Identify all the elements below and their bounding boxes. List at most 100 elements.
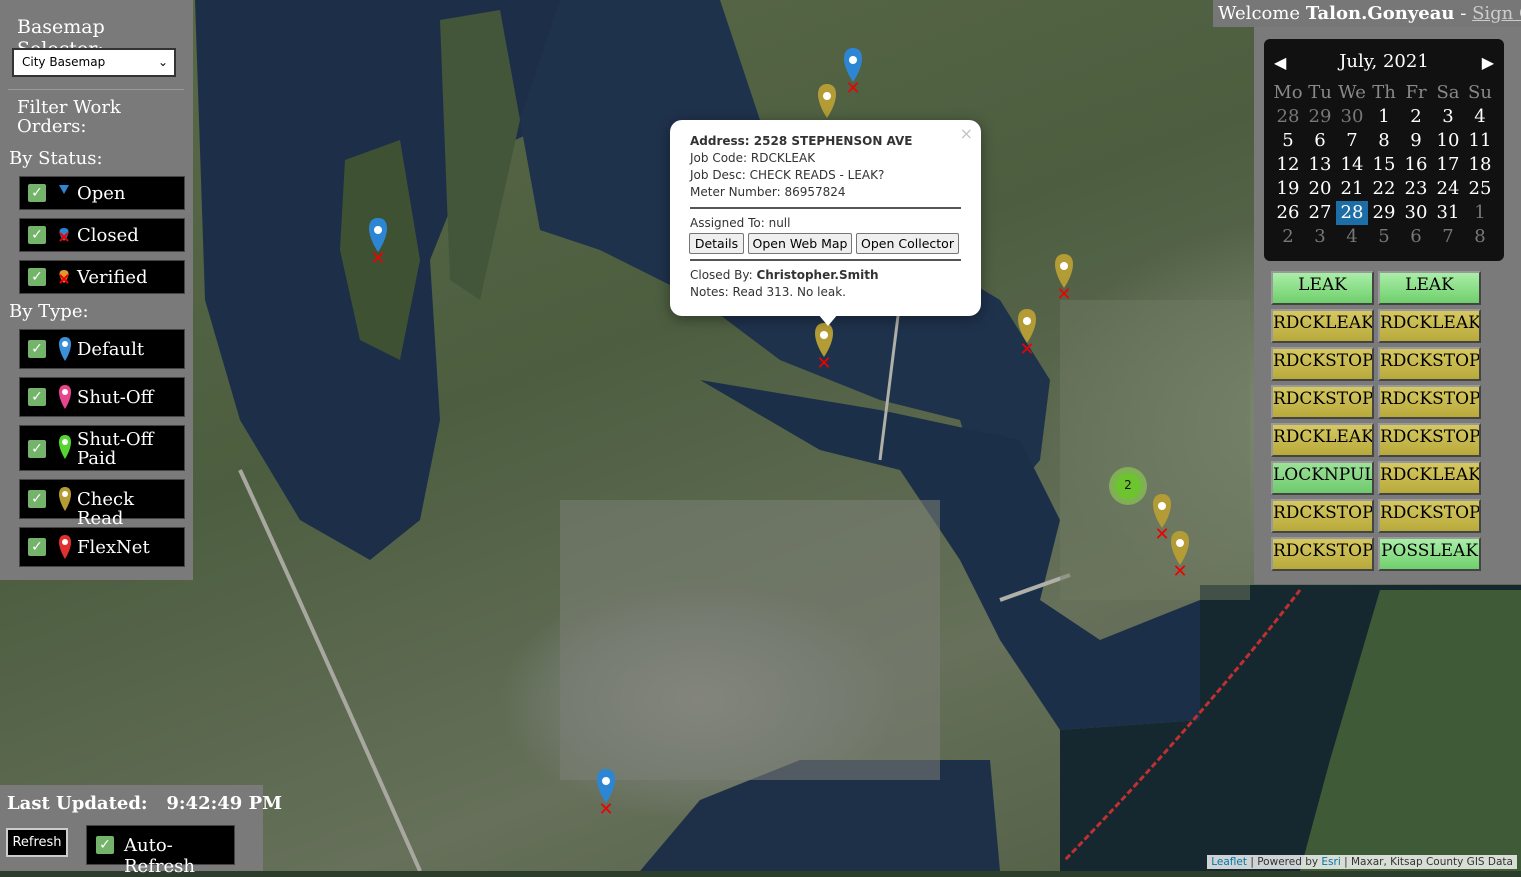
calendar-day[interactable]: 2 xyxy=(1272,225,1304,249)
work-order-button[interactable]: POSSLEAK xyxy=(1378,537,1481,571)
filter-shutoff-paid[interactable]: ✓ Shut-Off Paid xyxy=(19,425,185,471)
checkbox-default[interactable]: ✓ xyxy=(28,340,46,358)
filter-shutoff[interactable]: ✓ Shut-Off xyxy=(19,377,185,417)
calendar-day[interactable]: 5 xyxy=(1368,225,1400,249)
marker-checkread-selected[interactable]: ✕ xyxy=(815,323,833,374)
calendar-day[interactable]: 12 xyxy=(1272,153,1304,177)
calendar-day[interactable]: 16 xyxy=(1400,153,1432,177)
calendar-day[interactable]: 6 xyxy=(1400,225,1432,249)
calendar-day[interactable]: 4 xyxy=(1464,105,1496,129)
calendar-day[interactable]: 29 xyxy=(1304,105,1336,129)
checkbox-flexnet[interactable]: ✓ xyxy=(28,538,46,556)
marker-checkread[interactable]: ✕ xyxy=(1171,531,1189,582)
calendar-day[interactable]: 13 xyxy=(1304,153,1336,177)
marker-blue[interactable]: ✕ xyxy=(844,48,862,99)
calendar-day[interactable]: 2 xyxy=(1400,105,1432,129)
checkbox-verified[interactable]: ✓ xyxy=(28,268,46,286)
work-order-button[interactable]: RDCKSTOP xyxy=(1271,537,1374,571)
work-order-button[interactable]: LEAK xyxy=(1271,271,1374,305)
marker-blue[interactable]: ✕ xyxy=(369,218,387,269)
filter-closed[interactable]: ✓ Closed xyxy=(19,218,185,252)
esri-link[interactable]: Esri xyxy=(1321,856,1340,868)
calendar-day[interactable]: 3 xyxy=(1432,105,1464,129)
calendar-week: 2 3 4 5 6 7 8 xyxy=(1272,225,1496,249)
calendar-day[interactable]: 1 xyxy=(1368,105,1400,129)
calendar-day[interactable]: 29 xyxy=(1368,201,1400,225)
basemap-select[interactable]: City Basemap ⌄ xyxy=(12,48,176,77)
marker-checkread[interactable]: ✕ xyxy=(1055,254,1073,305)
work-order-button[interactable]: RDCKSTOP xyxy=(1378,423,1481,457)
calendar-day[interactable]: 20 xyxy=(1304,177,1336,201)
close-icon[interactable]: × xyxy=(960,124,973,143)
open-collector-button[interactable]: Open Collector xyxy=(856,233,959,254)
calendar-day[interactable]: 17 xyxy=(1432,153,1464,177)
checkbox-auto-refresh[interactable]: ✓ xyxy=(96,836,114,854)
calendar-day[interactable]: 6 xyxy=(1304,129,1336,153)
work-order-button[interactable]: RDCKLEAK xyxy=(1378,309,1481,343)
marker-checkread[interactable] xyxy=(818,84,836,118)
marker-blue[interactable]: ✕ xyxy=(597,769,615,820)
work-order-button[interactable]: RDCKSTOP xyxy=(1271,385,1374,419)
filter-flexnet[interactable]: ✓ FlexNet xyxy=(19,527,185,567)
work-order-button[interactable]: RDCKLEAK xyxy=(1271,309,1374,343)
work-order-button[interactable]: RDCKLEAK xyxy=(1271,423,1374,457)
open-web-map-button[interactable]: Open Web Map xyxy=(748,233,852,254)
sign-out-link[interactable]: Sign Out xyxy=(1472,3,1521,24)
marker-checkread[interactable]: ✕ xyxy=(1018,309,1036,360)
work-order-button[interactable]: LEAK xyxy=(1378,271,1481,305)
calendar-day[interactable]: 9 xyxy=(1400,129,1432,153)
checkbox-open[interactable]: ✓ xyxy=(28,184,46,202)
filter-default[interactable]: ✓ Default xyxy=(19,329,185,369)
work-order-button[interactable]: RDCKLEAK xyxy=(1378,461,1481,495)
filter-title: Filter Work Orders: xyxy=(17,97,121,137)
calendar-day[interactable]: 23 xyxy=(1400,177,1432,201)
calendar-day[interactable]: 7 xyxy=(1336,129,1368,153)
calendar-day[interactable]: 11 xyxy=(1464,129,1496,153)
calendar-day[interactable]: 30 xyxy=(1336,105,1368,129)
filter-verified[interactable]: ✓ Verified xyxy=(19,260,185,294)
checkbox-closed[interactable]: ✓ xyxy=(28,226,46,244)
popup-tip xyxy=(818,314,838,326)
refresh-button[interactable]: Refresh xyxy=(6,828,68,857)
calendar-day[interactable]: 18 xyxy=(1464,153,1496,177)
calendar-day[interactable]: 15 xyxy=(1368,153,1400,177)
calendar-day[interactable]: 3 xyxy=(1304,225,1336,249)
work-order-button[interactable]: RDCKSTOP xyxy=(1378,499,1481,533)
calendar-day[interactable]: 25 xyxy=(1464,177,1496,201)
calendar-day[interactable]: 14 xyxy=(1336,153,1368,177)
work-order-button[interactable]: RDCKSTOP xyxy=(1271,347,1374,381)
calendar-day[interactable]: 1 xyxy=(1464,201,1496,225)
calendar-day[interactable]: 5 xyxy=(1272,129,1304,153)
calendar-day[interactable]: 8 xyxy=(1464,225,1496,249)
calendar-day[interactable]: 8 xyxy=(1368,129,1400,153)
checkbox-check-read[interactable]: ✓ xyxy=(28,490,46,508)
calendar-day-selected[interactable]: 28 xyxy=(1336,201,1368,225)
checkbox-shutoff-paid[interactable]: ✓ xyxy=(28,440,46,458)
work-order-button[interactable]: LOCKNPULL xyxy=(1271,461,1374,495)
calendar-day[interactable]: 7 xyxy=(1432,225,1464,249)
work-order-button[interactable]: RDCKSTOP xyxy=(1378,347,1481,381)
filter-check-read[interactable]: ✓ Check Read xyxy=(19,479,185,528)
calendar-day[interactable]: 4 xyxy=(1336,225,1368,249)
checkbox-shutoff[interactable]: ✓ xyxy=(28,388,46,406)
calendar-day[interactable]: 26 xyxy=(1272,201,1304,225)
calendar-day[interactable]: 30 xyxy=(1400,201,1432,225)
work-order-button[interactable]: RDCKSTOP xyxy=(1378,385,1481,419)
calendar-next-button[interactable]: ▶ xyxy=(1482,53,1494,72)
calendar-day[interactable]: 31 xyxy=(1432,201,1464,225)
marker-checkread[interactable]: ✕ xyxy=(1153,494,1171,545)
auto-refresh-toggle[interactable]: ✓ Auto-Refresh xyxy=(86,825,235,877)
calendar-day[interactable]: 24 xyxy=(1432,177,1464,201)
calendar-day[interactable]: 10 xyxy=(1432,129,1464,153)
calendar-day[interactable]: 28 xyxy=(1272,105,1304,129)
leaflet-link[interactable]: Leaflet xyxy=(1211,856,1247,868)
details-button[interactable]: Details xyxy=(689,233,744,254)
calendar-day[interactable]: 19 xyxy=(1272,177,1304,201)
popup-job-code-value: RDCKLEAK xyxy=(750,151,816,165)
calendar-day[interactable]: 22 xyxy=(1368,177,1400,201)
calendar-day[interactable]: 27 xyxy=(1304,201,1336,225)
filter-open[interactable]: ✓ Open xyxy=(19,176,185,210)
welcome-separator: - xyxy=(1460,3,1467,24)
work-order-button[interactable]: RDCKSTOP xyxy=(1271,499,1374,533)
calendar-day[interactable]: 21 xyxy=(1336,177,1368,201)
